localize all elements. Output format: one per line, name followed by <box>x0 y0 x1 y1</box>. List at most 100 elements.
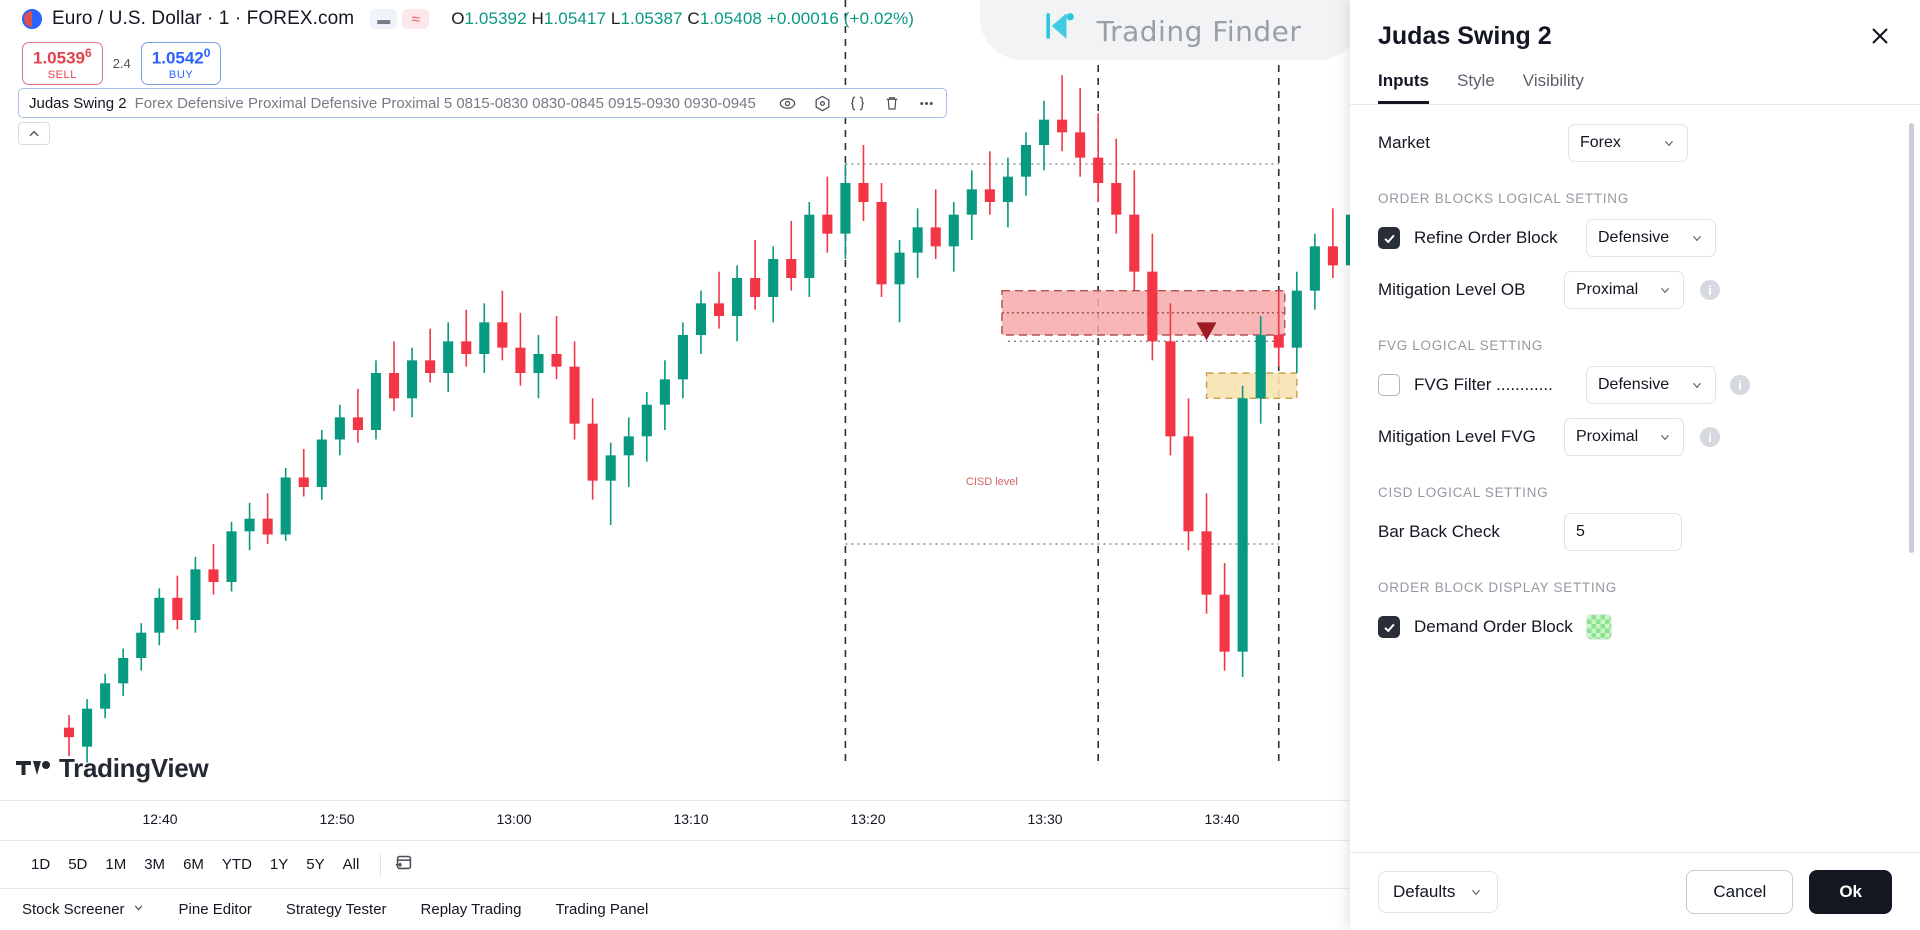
chart-type-chips[interactable]: ▬ ≈ <box>370 9 430 29</box>
mitigation-level-fvg-value: Proximal <box>1576 428 1639 445</box>
candle <box>840 164 851 259</box>
fvg-filter-checkbox[interactable] <box>1378 374 1400 396</box>
fvg-filter-info-icon[interactable]: i <box>1730 375 1750 395</box>
candle <box>1038 100 1050 171</box>
range-ytd[interactable]: YTD <box>213 852 261 877</box>
bottom-item-replay-trading[interactable]: Replay Trading <box>421 901 522 918</box>
candle <box>1057 75 1068 152</box>
candle <box>1183 398 1194 551</box>
bottom-item-pine-editor[interactable]: Pine Editor <box>179 901 252 918</box>
ok-label: Ok <box>1839 881 1862 901</box>
fvg-filter-select[interactable]: Defensive <box>1586 366 1716 404</box>
dialog-footer: Defaults Cancel Ok <box>1350 852 1920 930</box>
range-6m[interactable]: 6M <box>174 852 213 877</box>
tab-visibility[interactable]: Visibility <box>1523 71 1584 104</box>
range-1m[interactable]: 1M <box>96 852 135 877</box>
time-tick: 13:30 <box>1027 811 1063 827</box>
demand-order-block-color-swatch[interactable] <box>1586 614 1612 640</box>
candle <box>1327 208 1338 278</box>
bottom-item-trading-panel[interactable]: Trading Panel <box>555 901 648 918</box>
range-5d[interactable]: 5D <box>59 852 96 877</box>
market-select[interactable]: Forex <box>1568 124 1688 162</box>
go-to-date-icon[interactable] <box>393 851 415 878</box>
defaults-button[interactable]: Defaults <box>1378 870 1499 913</box>
ohlc-c-label: C <box>687 9 700 28</box>
ohlc-c-value: 1.05408 <box>699 9 762 28</box>
chevron-down-icon[interactable] <box>132 901 145 918</box>
dialog-tabs[interactable]: Inputs Style Visibility <box>1350 71 1920 105</box>
refine-order-block-label: Refine Order Block <box>1414 228 1558 247</box>
row-fvg-filter: FVG Filter ............ Defensive i <box>1378 359 1892 411</box>
candle <box>984 151 995 215</box>
tab-style[interactable]: Style <box>1457 71 1495 104</box>
collapse-legend-button[interactable] <box>18 122 50 145</box>
candle <box>858 145 869 221</box>
range-5y[interactable]: 5Y <box>297 852 333 877</box>
time-tick: 12:40 <box>142 811 178 827</box>
ok-button[interactable]: Ok <box>1809 869 1892 914</box>
candle <box>1219 563 1230 671</box>
bottom-item-label: Trading Panel <box>555 901 649 918</box>
candle <box>425 328 436 383</box>
candle <box>154 588 165 646</box>
sell-price-sup: 6 <box>85 46 92 60</box>
sell-button[interactable]: 1.05396 SELL <box>22 42 103 85</box>
refine-order-block-checkbox[interactable] <box>1378 227 1400 249</box>
range-1y[interactable]: 1Y <box>261 852 297 877</box>
trading-finder-label: Trading Finder <box>1096 15 1302 48</box>
ohlc-l-label: L <box>610 9 621 28</box>
candle <box>63 715 75 757</box>
bottom-item-strategy-tester[interactable]: Strategy Tester <box>286 901 387 918</box>
candle <box>677 322 688 399</box>
tab-inputs[interactable]: Inputs <box>1378 71 1429 104</box>
trading-finder-overlay: Trading Finder <box>980 0 1360 60</box>
quote-row: 1.05396 SELL 2.4 1.05420 BUY <box>22 42 222 85</box>
indicator-legend-row[interactable]: Judas Swing 2 Forex Defensive Proximal D… <box>18 88 947 118</box>
delete-icon[interactable] <box>883 94 901 112</box>
eye-icon[interactable] <box>778 94 797 113</box>
mitigation-level-fvg-info-icon[interactable]: i <box>1700 427 1720 447</box>
refine-order-block-select[interactable]: Defensive <box>1586 219 1716 257</box>
candle <box>1075 88 1086 177</box>
candle <box>352 388 363 443</box>
trading-finder-logo-icon <box>1039 4 1083 48</box>
buy-price-sup: 0 <box>203 46 211 60</box>
chevron-down-icon <box>1472 889 1481 895</box>
candle <box>930 189 941 259</box>
indicator-settings-dialog: Judas Swing 2 Inputs Style Visibility Mark… <box>1350 0 1920 930</box>
range-1d[interactable]: 1D <box>22 852 59 877</box>
settings-hex-icon[interactable] <box>813 94 832 113</box>
source-code-icon[interactable] <box>848 94 867 113</box>
mitigation-level-ob-info-icon[interactable]: i <box>1700 280 1720 300</box>
market-select-value: Forex <box>1580 134 1621 151</box>
indicator-name[interactable]: Judas Swing 2 <box>29 95 127 112</box>
bar-back-check-input[interactable]: 5 <box>1564 513 1682 551</box>
cancel-label: Cancel <box>1713 881 1767 901</box>
cancel-button[interactable]: Cancel <box>1686 869 1794 914</box>
buy-button[interactable]: 1.05420 BUY <box>140 42 222 85</box>
defaults-label: Defaults <box>1393 881 1456 901</box>
close-icon[interactable] <box>1866 22 1896 52</box>
candle <box>262 493 273 544</box>
more-options-icon[interactable] <box>917 94 936 113</box>
sell-label: SELL <box>47 68 77 81</box>
time-tick: 13:20 <box>850 811 886 827</box>
bottom-item-stock-screener[interactable]: Stock Screener <box>22 901 145 918</box>
candle <box>1129 170 1140 291</box>
dialog-scrollbar[interactable] <box>1909 123 1914 553</box>
demand-order-block-label: Demand Order Block <box>1414 617 1573 636</box>
range-3m[interactable]: 3M <box>135 852 174 877</box>
bottom-item-label: Stock Screener <box>22 901 125 918</box>
bar-style-icon[interactable]: ▬ <box>370 9 398 29</box>
cisd-level-label: CISD level <box>966 476 1018 488</box>
ob-display-group-title: ORDER BLOCK DISPLAY SETTING <box>1378 580 1617 595</box>
range-all[interactable]: All <box>334 852 369 877</box>
mitigation-level-fvg-label: Mitigation Level FVG <box>1378 427 1536 446</box>
mitigation-level-ob-select[interactable]: Proximal <box>1564 271 1684 309</box>
ohlc-o-label: O <box>451 9 465 28</box>
mitigation-level-fvg-select[interactable]: Proximal <box>1564 418 1684 456</box>
candle <box>190 556 201 633</box>
approx-icon[interactable]: ≈ <box>402 9 430 29</box>
symbol-title[interactable]: Euro / U.S. Dollar · 1 · FOREX.com <box>52 8 354 30</box>
demand-order-block-checkbox[interactable] <box>1378 616 1400 638</box>
